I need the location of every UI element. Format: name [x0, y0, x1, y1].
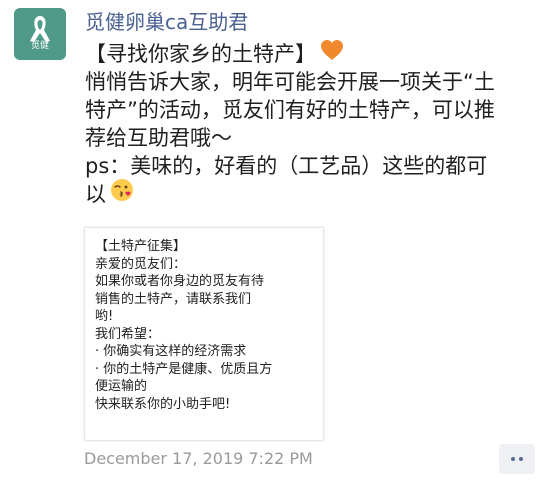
post-line: 荐给互助君哦～: [85, 126, 232, 150]
card-line: 快来联系你的小助手吧!: [95, 396, 231, 412]
card-line: 我们希望：: [95, 326, 161, 342]
post-line: 以: [85, 178, 545, 209]
avatar-label: 觅健: [30, 41, 49, 51]
avatar[interactable]: 觅健: [14, 8, 66, 60]
post-line: ps：美味的，好看的（工艺品）这些的都可: [85, 154, 488, 178]
more-dots-icon[interactable]: [499, 444, 535, 474]
image-card-text: 【土特产征集】 亲爱的觅友们： 如果你或者你身边的觅友有待 销售的土特产，请联系…: [95, 238, 317, 413]
ribbon-icon: [30, 16, 50, 42]
face-blowing-kiss-emoji: [110, 178, 134, 209]
card-line: 销售的土特产，请联系我们: [95, 291, 252, 307]
card-line: 如果你或者你身边的觅友有待: [95, 274, 265, 289]
card-line: 哟!: [95, 309, 114, 324]
post-timestamp: December 17, 2019 7:22 PM: [84, 449, 313, 468]
post-line: 特产”的活动，觅友们有好的土特产，可以推: [85, 98, 495, 122]
post-line: 悄悄告诉大家，明年可能会开展一项关于“土: [85, 70, 495, 94]
card-line: 【土特产征集】: [95, 239, 187, 254]
moments-post: 觅健 觅健卵巢ca互助君 【寻找你家乡的土特产】 悄悄告诉大家，明年可能会开展一…: [0, 0, 555, 480]
author-name[interactable]: 觅健卵巢ca互助君: [85, 9, 248, 35]
post-line-text: 以: [85, 182, 106, 207]
more-dot: [519, 457, 523, 461]
post-line-text: 【寻找你家乡的土特产】: [85, 42, 316, 66]
post-text: 【寻找你家乡的土特产】 悄悄告诉大家，明年可能会开展一项关于“土 特产”的活动，…: [85, 39, 545, 209]
card-line: · 你的土特产是健康、优质且方: [95, 361, 273, 377]
orange-heart-emoji: [320, 39, 344, 68]
post-line: 【寻找你家乡的土特产】: [85, 39, 545, 68]
card-line: 便运输的: [95, 379, 148, 394]
image-card[interactable]: 【土特产征集】 亲爱的觅友们： 如果你或者你身边的觅友有待 销售的土特产，请联系…: [84, 227, 324, 441]
more-dot: [511, 457, 515, 461]
card-line: · 你确实有这样的经济需求: [95, 344, 247, 359]
card-line: 亲爱的觅友们：: [95, 256, 187, 272]
